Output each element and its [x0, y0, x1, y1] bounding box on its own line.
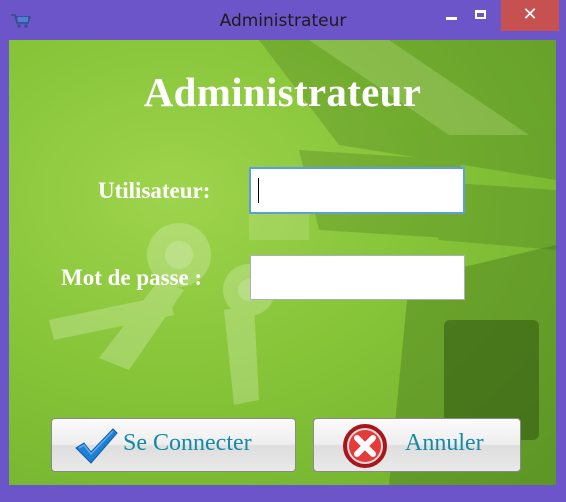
cancel-icon	[343, 424, 387, 468]
maximize-icon	[475, 10, 486, 19]
cancel-button[interactable]: Annuler	[313, 418, 521, 472]
close-button[interactable]: ✕	[501, 0, 559, 31]
close-icon: ✕	[522, 4, 538, 25]
text-caret	[258, 178, 259, 203]
username-label: Utilisateur:	[98, 178, 211, 203]
password-field[interactable]	[250, 255, 465, 300]
form-heading: Administrateur	[143, 69, 422, 115]
checkmark-icon	[75, 428, 118, 464]
login-panel: Administrateur Utilisateur: Mot de passe…	[9, 40, 556, 485]
minimize-icon	[446, 17, 457, 20]
username-field[interactable]	[249, 167, 465, 214]
login-window: Administrateur ✕ Administrateur Utilisat…	[0, 0, 566, 502]
connect-button[interactable]: Se Connecter	[51, 418, 296, 472]
password-label: Mot de passe :	[61, 265, 203, 290]
title-bar[interactable]: Administrateur ✕	[0, 0, 566, 40]
connect-button-label: Se Connecter	[123, 430, 252, 456]
minimize-button[interactable]	[437, 0, 466, 30]
maximize-button[interactable]	[466, 0, 495, 30]
cancel-button-label: Annuler	[405, 430, 484, 456]
